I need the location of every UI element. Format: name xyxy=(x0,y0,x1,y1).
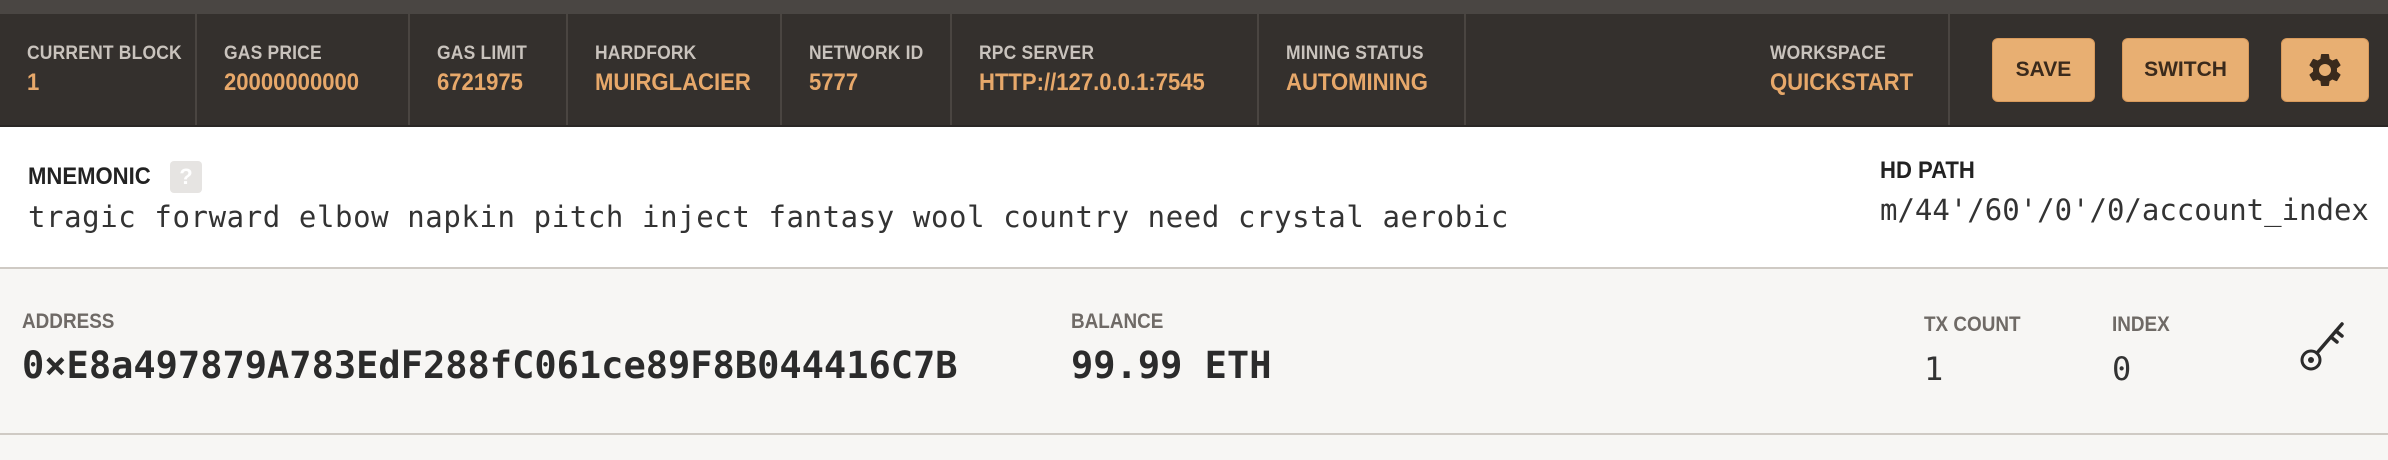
stat-gas-price: GAS PRICE 20000000000 xyxy=(197,14,410,125)
mnemonic-label: MNEMONIC xyxy=(28,163,151,190)
help-icon[interactable]: ? xyxy=(170,161,202,193)
stat-value: MUIRGLACIER xyxy=(595,68,751,96)
stat-label: GAS PRICE xyxy=(224,42,322,64)
address-label: ADDRESS xyxy=(22,310,115,333)
stat-network-id: NETWORK ID 5777 xyxy=(782,14,952,125)
stat-rpc-server: RPC SERVER HTTP://127.0.0.1:7545 xyxy=(952,14,1259,125)
stat-value: 20000000000 xyxy=(224,68,360,96)
workspace-label: WORKSPACE xyxy=(1770,42,1886,64)
stat-label: CURRENT BLOCK xyxy=(27,42,182,64)
hd-path-value: m/44'/60'/0'/0/account_index xyxy=(1880,193,2369,227)
tx-count-label: TX COUNT xyxy=(1924,313,2021,336)
save-button[interactable]: SAVE xyxy=(1992,37,2095,102)
header-bar: CURRENT BLOCK 1 GAS PRICE 20000000000 GA… xyxy=(0,14,2388,127)
stat-value: HTTP://127.0.0.1:7545 xyxy=(979,68,1205,96)
stat-label: GAS LIMIT xyxy=(437,42,528,64)
account-balance: 99.99 ETH xyxy=(1071,344,1272,387)
stat-hardfork: HARDFORK MUIRGLACIER xyxy=(568,14,782,125)
gear-icon xyxy=(2309,53,2341,86)
stat-current-block: CURRENT BLOCK 1 xyxy=(0,14,197,125)
header-spacer xyxy=(1466,14,1770,125)
settings-button[interactable] xyxy=(2281,37,2369,102)
stat-value: 5777 xyxy=(809,68,859,96)
stat-value: 6721975 xyxy=(437,68,523,96)
stat-label: MINING STATUS xyxy=(1286,42,1424,64)
tx-count-value: 1 xyxy=(1924,350,1944,388)
index-label: INDEX xyxy=(2112,313,2170,336)
top-strip xyxy=(0,0,2388,14)
workspace-selector[interactable]: WORKSPACE QUICKSTART xyxy=(1770,14,1950,125)
stat-label: NETWORK ID xyxy=(809,42,924,64)
index-value: 0 xyxy=(2112,350,2132,388)
stat-value: 1 xyxy=(27,68,40,96)
workspace-name: QUICKSTART xyxy=(1770,68,1914,96)
account-row[interactable]: ADDRESS 0×E8a497879A783EdF288fC061ce89F8… xyxy=(0,270,2388,435)
stat-mining-status: MINING STATUS AUTOMINING xyxy=(1259,14,1466,125)
stat-gas-limit: GAS LIMIT 6721975 xyxy=(410,14,568,125)
hd-path-label: HD PATH xyxy=(1880,157,1975,184)
mnemonic-phrase: tragic forward elbow napkin pitch inject… xyxy=(28,200,1509,234)
stat-label: HARDFORK xyxy=(595,42,697,64)
balance-label: BALANCE xyxy=(1071,310,1164,333)
account-address: 0×E8a497879A783EdF288fC061ce89F8B044416C… xyxy=(22,344,958,387)
stat-label: RPC SERVER xyxy=(979,42,1095,64)
stat-value: AUTOMINING xyxy=(1286,68,1428,96)
switch-button[interactable]: SWITCH xyxy=(2122,37,2249,102)
key-icon[interactable] xyxy=(2298,318,2348,374)
